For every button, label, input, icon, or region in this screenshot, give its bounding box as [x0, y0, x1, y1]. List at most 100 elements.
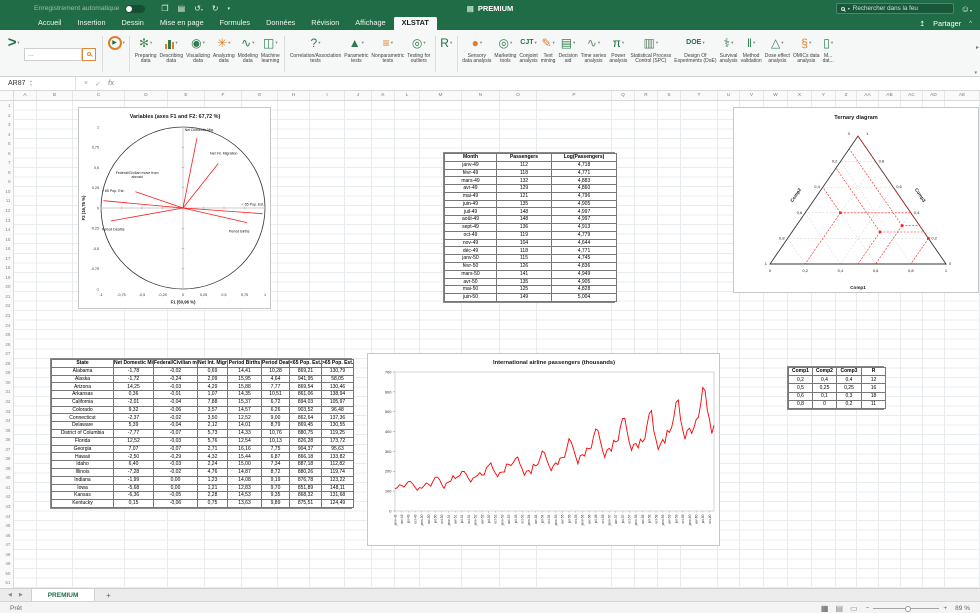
row-header-37[interactable]: 37 [0, 445, 13, 455]
cell[interactable]: California [52, 398, 114, 406]
row-header-27[interactable]: 27 [0, 349, 13, 359]
menu-tab-données[interactable]: Données [258, 16, 303, 30]
cell[interactable]: 887,18 [290, 461, 322, 469]
ribbon-item-visualizing-data[interactable]: ◉▾Visualizing data [185, 32, 212, 76]
cell[interactable]: 0,69 [198, 367, 228, 375]
table-header-cell[interactable]: Federal/Civilian move from abroad [154, 360, 198, 368]
row-header-31[interactable]: 31 [0, 387, 13, 397]
cell[interactable]: 119 [497, 231, 552, 239]
cell[interactable]: 2,28 [198, 492, 228, 500]
column-header-Q[interactable]: Q [612, 91, 635, 100]
cell[interactable]: 4,836 [552, 262, 617, 270]
row-header-40[interactable]: 40 [0, 473, 13, 483]
cell[interactable]: 15,95 [228, 375, 262, 383]
row-header-33[interactable]: 33 [0, 407, 13, 417]
cell[interactable]: 14,87 [228, 468, 262, 476]
column-header-H[interactable]: H [278, 91, 310, 100]
cell[interactable]: 4,828 [552, 286, 617, 294]
cell[interactable]: 148,11 [322, 484, 354, 492]
cell[interactable]: 4,997 [552, 208, 617, 216]
cell[interactable]: Illinois [52, 468, 114, 476]
cell[interactable]: 18 [862, 392, 886, 400]
cell[interactable]: Connecticut [52, 414, 114, 422]
cell[interactable]: -0,03 [154, 461, 198, 469]
cell[interactable]: 126 [497, 262, 552, 270]
cell[interactable]: 4,76 [198, 468, 228, 476]
column-header-N[interactable]: N [462, 91, 500, 100]
row-header-50[interactable]: 50 [0, 569, 13, 579]
row-header-21[interactable]: 21 [0, 292, 13, 302]
cell[interactable]: 132 [497, 177, 552, 185]
cell[interactable]: 14,08 [228, 476, 262, 484]
zoom-level[interactable]: 89 % [955, 605, 970, 612]
cell[interactable]: 9,35 [262, 492, 290, 500]
cell[interactable]: -0,24 [154, 375, 198, 383]
cell[interactable]: août-49 [445, 216, 497, 224]
cell[interactable]: 130,46 [322, 383, 354, 391]
cell[interactable]: 119,74 [322, 468, 354, 476]
cell[interactable]: janv-49 [445, 161, 497, 169]
column-header-M[interactable]: M [420, 91, 462, 100]
cell[interactable]: 12,52 [228, 414, 262, 422]
cell[interactable]: avr-50 [445, 278, 497, 286]
cell[interactable]: 135 [497, 200, 552, 208]
ribbon-item-testing-for-outliers[interactable]: ◎▾Testing for outliers [406, 32, 432, 76]
cell[interactable]: 96,48 [322, 406, 354, 414]
column-header-AD[interactable]: AD [923, 91, 945, 100]
row-header-19[interactable]: 19 [0, 273, 13, 283]
cell[interactable]: 123,22 [322, 476, 354, 484]
cell[interactable]: 112,82 [322, 461, 354, 469]
cell[interactable]: mai-50 [445, 286, 497, 294]
row-header-14[interactable]: 14 [0, 225, 13, 235]
cell[interactable]: déc-49 [445, 247, 497, 255]
cell[interactable]: 10,76 [262, 430, 290, 438]
cell[interactable]: 10,28 [262, 367, 290, 375]
cell[interactable]: 1,23 [198, 476, 228, 484]
menu-tab-affichage[interactable]: Affichage [347, 16, 393, 30]
row-header-1[interactable]: 1 [0, 101, 13, 111]
ribbon-item-correlation-association-tests[interactable]: ?▾Correlation/Association tests [288, 32, 342, 76]
cell[interactable]: Iowa [52, 484, 114, 492]
cell[interactable]: 104 [497, 239, 552, 247]
cell[interactable]: 0,00 [154, 476, 198, 484]
cell[interactable]: 2,12 [198, 422, 228, 430]
cell[interactable]: 5,004 [552, 294, 617, 302]
cell[interactable]: 4,997 [552, 216, 617, 224]
row-header-4[interactable]: 4 [0, 130, 13, 140]
ribbon-item-method-validation[interactable]: ‖▾Method validation [739, 32, 763, 76]
ribbon-item-modeling-data[interactable]: ∿▾Modeling data [236, 32, 259, 76]
cell[interactable]: Indiana [52, 476, 114, 484]
cell[interactable]: 6,72 [262, 398, 290, 406]
row-header-2[interactable]: 2 [0, 111, 13, 121]
cell[interactable]: 15,00 [228, 461, 262, 469]
row-header-9[interactable]: 9 [0, 177, 13, 187]
name-box-stepper[interactable]: ▲▼ [30, 80, 33, 86]
cell[interactable]: 121 [497, 192, 552, 200]
cell[interactable]: 0,1 [813, 392, 837, 400]
cell[interactable]: 0,5 [789, 384, 813, 392]
row-header-29[interactable]: 29 [0, 368, 13, 378]
zoom-slider-knob[interactable] [905, 606, 911, 612]
cell[interactable]: 851,89 [290, 484, 322, 492]
ribbon-search-input[interactable] [24, 48, 82, 61]
cell[interactable]: -0,04 [154, 422, 198, 430]
cell[interactable]: 105,97 [322, 398, 354, 406]
cell[interactable]: 2,09 [198, 375, 228, 383]
prev-sheet-icon[interactable]: ◀ [8, 592, 12, 598]
cell[interactable]: 0,2 [837, 400, 862, 408]
cell[interactable]: 14,25 [114, 383, 154, 391]
cell[interactable]: 4,796 [552, 192, 617, 200]
row-header-38[interactable]: 38 [0, 454, 13, 464]
cell[interactable]: Georgia [52, 445, 114, 453]
next-sheet-icon[interactable]: ▶ [19, 592, 23, 598]
row-header-44[interactable]: 44 [0, 512, 13, 522]
undo-icon[interactable]: ↺▾ [194, 4, 203, 13]
cell[interactable]: 0,75 [198, 500, 228, 508]
cell[interactable]: mai-49 [445, 192, 497, 200]
cell[interactable]: -7,77 [114, 430, 154, 438]
cell[interactable]: 4,949 [552, 270, 617, 278]
zoom-slider[interactable] [873, 608, 939, 609]
cell[interactable]: -0,02 [154, 367, 198, 375]
redo-icon[interactable]: ↻ [212, 4, 219, 13]
cell[interactable]: 12,52 [114, 437, 154, 445]
